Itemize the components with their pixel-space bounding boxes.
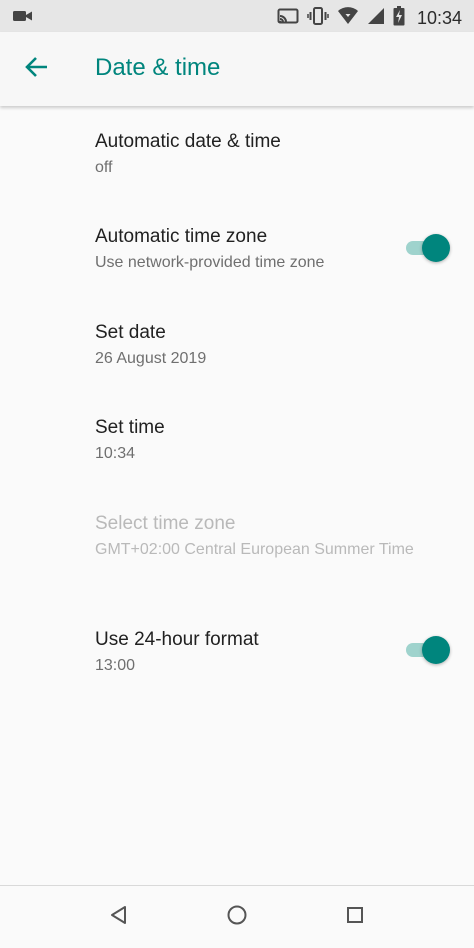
switch-thumb — [422, 636, 450, 664]
setting-automatic-time-zone[interactable]: Automatic time zone Use network-provided… — [0, 201, 474, 297]
use-24-hour-format-switch[interactable] — [404, 636, 450, 664]
status-bar: 10:34 — [0, 0, 474, 32]
setting-use-24-hour-format[interactable]: Use 24-hour format 13:00 — [0, 604, 474, 700]
wifi-icon — [337, 7, 359, 30]
cellular-signal-icon — [367, 7, 385, 30]
video-camera-icon — [12, 11, 34, 28]
battery-charging-icon — [393, 6, 405, 31]
settings-list: Automatic date & time off Automatic time… — [0, 106, 474, 700]
setting-title: Use 24-hour format — [95, 629, 259, 650]
setting-summary: Use network-provided time zone — [95, 254, 325, 271]
setting-automatic-date-time[interactable]: Automatic date & time off — [0, 106, 474, 201]
back-triangle-icon — [108, 904, 130, 931]
switch-thumb — [422, 234, 450, 262]
back-button[interactable] — [18, 50, 56, 88]
page-title: Date & time — [95, 54, 221, 81]
automatic-time-zone-switch[interactable] — [404, 234, 450, 262]
setting-summary: 10:34 — [95, 445, 136, 462]
setting-summary: 26 August 2019 — [95, 350, 207, 367]
recents-square-icon — [344, 904, 366, 931]
home-circle-icon — [226, 904, 248, 931]
vibrate-icon — [307, 7, 329, 30]
nav-recents-button[interactable] — [340, 902, 370, 932]
nav-home-button[interactable] — [222, 902, 252, 932]
setting-select-time-zone: Select time zone GMT+02:00 Central Europ… — [0, 488, 474, 604]
nav-back-button[interactable] — [104, 902, 134, 932]
cast-icon — [277, 7, 299, 30]
setting-title: Set date — [95, 322, 166, 343]
setting-summary: off — [95, 159, 113, 176]
setting-summary: GMT+02:00 Central European Summer Time — [95, 541, 414, 558]
setting-set-date[interactable]: Set date 26 August 2019 — [0, 297, 474, 392]
status-time: 10:34 — [416, 8, 462, 28]
status-right: 10:34 — [277, 6, 462, 31]
navigation-bar — [0, 885, 474, 948]
setting-title: Automatic time zone — [95, 226, 268, 247]
toolbar: Date & time — [0, 32, 474, 106]
setting-title: Set time — [95, 417, 165, 438]
arrow-back-icon — [24, 54, 50, 85]
setting-summary: 13:00 — [95, 657, 136, 674]
setting-set-time[interactable]: Set time 10:34 — [0, 392, 474, 488]
setting-title: Select time zone — [95, 513, 236, 534]
setting-title: Automatic date & time — [95, 131, 281, 152]
status-left — [12, 8, 34, 29]
